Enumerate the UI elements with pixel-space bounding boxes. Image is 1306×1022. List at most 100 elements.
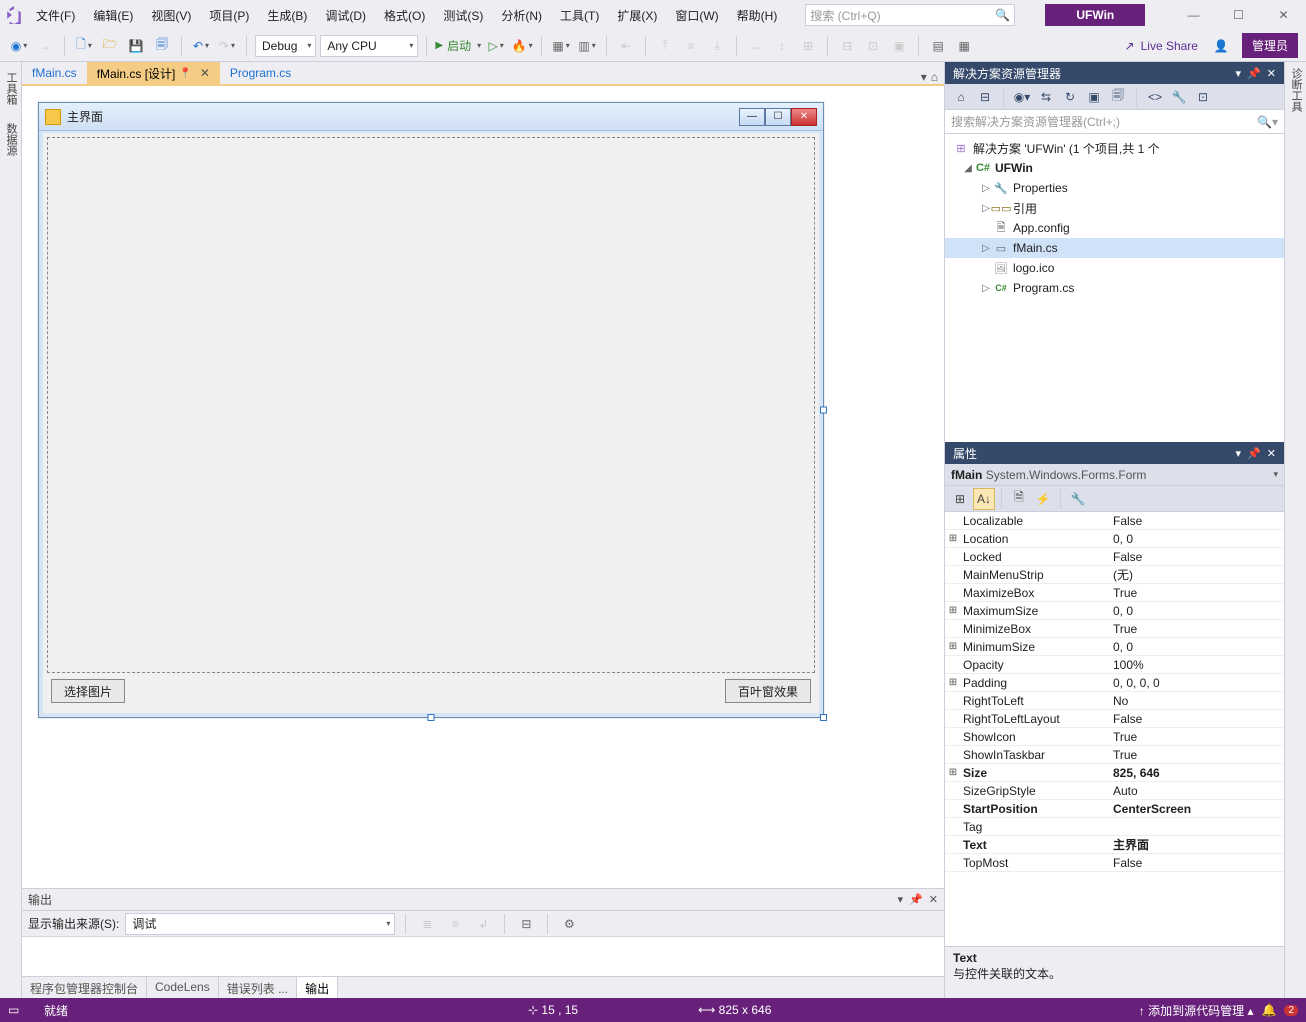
resize-handle-corner[interactable] bbox=[820, 714, 827, 721]
align-top-button[interactable]: ⤒ bbox=[654, 35, 676, 57]
pin-icon[interactable]: 📍 bbox=[179, 68, 191, 79]
window-minimize-button[interactable]: — bbox=[1171, 1, 1216, 29]
redo-button[interactable]: ↷ bbox=[216, 35, 238, 57]
output-list-button[interactable]: ⊟ bbox=[515, 913, 537, 935]
property-row[interactable]: ⊞Location0, 0 bbox=[945, 530, 1284, 548]
tree-project-node[interactable]: ◢ C# UFWin bbox=[945, 158, 1284, 178]
save-all-button[interactable]: 🗐 bbox=[151, 35, 173, 57]
close-icon[interactable]: ✕ bbox=[200, 66, 210, 80]
sol-refresh-icon[interactable]: ↻ bbox=[1060, 87, 1080, 107]
new-item-button[interactable]: 🗋 bbox=[73, 35, 95, 57]
property-row[interactable]: RightToLeftLayoutFalse bbox=[945, 710, 1284, 728]
property-row[interactable]: Tag bbox=[945, 818, 1284, 836]
properties-button[interactable]: 🗎 bbox=[1008, 488, 1030, 510]
expand-icon[interactable]: ▷ bbox=[979, 183, 993, 194]
alphabetical-button[interactable]: A↓ bbox=[973, 488, 995, 510]
layout-grid-button[interactable]: ▦ bbox=[550, 35, 572, 57]
properties-object-combo[interactable]: fMain System.Windows.Forms.Form ▾ bbox=[945, 464, 1284, 486]
output-textarea[interactable] bbox=[22, 937, 944, 976]
property-row[interactable]: LockedFalse bbox=[945, 548, 1284, 566]
pane-close-icon[interactable]: ✕ bbox=[1267, 447, 1276, 460]
notifications-icon[interactable]: 🔔 bbox=[1261, 1003, 1276, 1017]
property-row[interactable]: TopMostFalse bbox=[945, 854, 1284, 872]
tree-references-node[interactable]: ▷ ▭▭ 引用 bbox=[945, 198, 1284, 218]
sol-collapse-icon[interactable]: ⊟ bbox=[975, 87, 995, 107]
center-v-button[interactable]: ⊡ bbox=[862, 35, 884, 57]
tree-solution-node[interactable]: ⊞ 解决方案 'UFWin' (1 个项目,共 1 个 bbox=[945, 138, 1284, 158]
tree-fmain-node[interactable]: ▷ ▭ fMain.cs bbox=[945, 238, 1284, 258]
platform-combo[interactable]: Any CPU bbox=[320, 35, 418, 57]
status-tasks-icon[interactable]: ▭ bbox=[8, 1003, 24, 1017]
property-row[interactable]: Opacity100% bbox=[945, 656, 1284, 674]
sol-showall-icon[interactable]: ▣ bbox=[1084, 87, 1104, 107]
feedback-icon[interactable]: 👤 bbox=[1210, 35, 1232, 57]
pane-pin-icon[interactable]: 📌 bbox=[1247, 447, 1261, 460]
tree-properties-node[interactable]: ▷ 🔧 Properties bbox=[945, 178, 1284, 198]
output-clear-button[interactable]: ≣ bbox=[416, 913, 438, 935]
resize-handle-bottom[interactable] bbox=[428, 714, 435, 721]
property-row[interactable]: ⊞MinimumSize0, 0 bbox=[945, 638, 1284, 656]
start-debug-button[interactable]: ▶启动▾ bbox=[435, 37, 481, 54]
same-size-button[interactable]: ⊞ bbox=[797, 35, 819, 57]
menu-item[interactable]: 视图(V) bbox=[143, 3, 199, 28]
menu-item[interactable]: 分析(N) bbox=[493, 3, 550, 28]
document-tab[interactable]: Program.cs bbox=[220, 62, 301, 84]
live-share-button[interactable]: ↗ Live Share bbox=[1117, 39, 1206, 53]
save-button[interactable]: 💾 bbox=[125, 35, 147, 57]
property-row[interactable]: ⊞Padding0, 0, 0, 0 bbox=[945, 674, 1284, 692]
window-close-button[interactable]: ✕ bbox=[1261, 1, 1306, 29]
align-middle-button[interactable]: ≡ bbox=[680, 35, 702, 57]
menu-item[interactable]: 文件(F) bbox=[28, 3, 83, 28]
bottom-tab[interactable]: 程序包管理器控制台 bbox=[22, 977, 147, 998]
property-row[interactable]: ShowIconTrue bbox=[945, 728, 1284, 746]
output-toggle-button[interactable]: ≡ bbox=[444, 913, 466, 935]
align-bottom-button[interactable]: ⤓ bbox=[706, 35, 728, 57]
form-window[interactable]: 主界面 — ☐ ✕ 选择图片 百叶窗效果 bbox=[38, 102, 824, 718]
window-maximize-button[interactable]: ☐ bbox=[1216, 1, 1261, 29]
panel-close-icon[interactable]: ✕ bbox=[929, 893, 938, 906]
categorized-button[interactable]: ⊞ bbox=[949, 488, 971, 510]
property-row[interactable]: LocalizableFalse bbox=[945, 512, 1284, 530]
menu-item[interactable]: 格式(O) bbox=[376, 3, 433, 28]
document-tab[interactable]: fMain.cs bbox=[22, 62, 87, 84]
select-image-button[interactable]: 选择图片 bbox=[51, 679, 125, 703]
bring-front-button[interactable]: ▣ bbox=[888, 35, 910, 57]
tree-logo-node[interactable]: 🖼 logo.ico bbox=[945, 258, 1284, 278]
events-button[interactable]: ⚡ bbox=[1032, 488, 1054, 510]
panel-pin-icon[interactable]: 📌 bbox=[909, 893, 923, 906]
vspace-button[interactable]: ↕ bbox=[771, 35, 793, 57]
tree-appconfig-node[interactable]: 🗎 App.config bbox=[945, 218, 1284, 238]
designer-surface[interactable]: 主界面 — ☐ ✕ 选择图片 百叶窗效果 bbox=[22, 86, 944, 888]
bottom-tab[interactable]: 输出 bbox=[297, 977, 338, 998]
menu-item[interactable]: 测试(S) bbox=[435, 3, 491, 28]
open-button[interactable]: 🗁 bbox=[99, 35, 121, 57]
tab-overflow-icon[interactable]: ▾ bbox=[921, 70, 927, 84]
property-row[interactable]: StartPositionCenterScreen bbox=[945, 800, 1284, 818]
property-row[interactable]: ShowInTaskbarTrue bbox=[945, 746, 1284, 764]
pane-pin-icon[interactable]: 📌 bbox=[1247, 67, 1261, 80]
property-row[interactable]: MaximizeBoxTrue bbox=[945, 584, 1284, 602]
menu-item[interactable]: 项目(P) bbox=[201, 3, 257, 28]
picturebox-placeholder[interactable] bbox=[47, 137, 815, 673]
property-row[interactable]: RightToLeftNo bbox=[945, 692, 1284, 710]
tree-program-node[interactable]: ▷ C# Program.cs bbox=[945, 278, 1284, 298]
sol-sync-icon[interactable]: ⇆ bbox=[1036, 87, 1056, 107]
tab-home-icon[interactable]: ⌂ bbox=[931, 70, 938, 84]
start-without-debug-button[interactable]: ▷ bbox=[485, 35, 507, 57]
output-settings-button[interactable]: ⚙ bbox=[558, 913, 580, 935]
output-wrap-button[interactable]: ↲ bbox=[472, 913, 494, 935]
property-row[interactable]: ⊞MaximumSize0, 0 bbox=[945, 602, 1284, 620]
sol-nav-back-icon[interactable]: ◉▾ bbox=[1012, 87, 1032, 107]
toolbox-tab[interactable]: 工具箱 bbox=[2, 68, 19, 109]
expand-icon[interactable]: ▷ bbox=[979, 283, 993, 294]
property-row[interactable]: MinimizeBoxTrue bbox=[945, 620, 1284, 638]
property-pages-button[interactable]: 🔧 bbox=[1067, 488, 1089, 510]
menu-item[interactable]: 工具(T) bbox=[552, 3, 607, 28]
menu-item[interactable]: 扩展(X) bbox=[609, 3, 665, 28]
nav-forward-button[interactable]: → bbox=[34, 35, 56, 57]
hot-reload-button[interactable]: 🔥 bbox=[511, 35, 533, 57]
hspace-button[interactable]: ↔ bbox=[745, 35, 767, 57]
property-row[interactable]: Text主界面 bbox=[945, 836, 1284, 854]
layout-lock-button[interactable]: ▦ bbox=[953, 35, 975, 57]
expand-icon[interactable]: ◢ bbox=[961, 163, 975, 174]
